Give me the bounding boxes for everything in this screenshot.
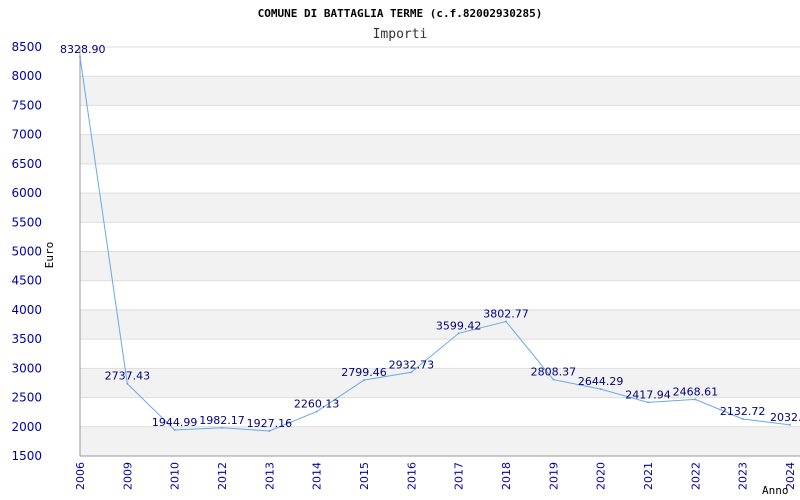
x-tick-label: 2019 <box>547 462 560 490</box>
data-point <box>694 398 697 401</box>
data-point <box>599 388 602 391</box>
x-tick-label: 2017 <box>453 462 466 490</box>
y-tick-label: 2000 <box>11 420 42 434</box>
data-point <box>647 401 649 404</box>
x-tick-label: 2013 <box>263 462 276 490</box>
grid-band <box>80 251 800 281</box>
data-point <box>79 55 81 58</box>
data-label: 8328.90 <box>60 43 106 56</box>
grid-band <box>80 163 800 194</box>
data-label: 2799.46 <box>341 366 387 379</box>
y-tick-label: 8000 <box>11 69 42 83</box>
chart-title: COMUNE DI BATTAGLIA TERME (c.f.820029302… <box>258 7 543 20</box>
x-axis-ticks: 2006 2009 2010 2012 2013 2014 2015 2016 2017 2018… <box>74 462 797 490</box>
data-label: 2417.94 <box>625 388 671 401</box>
data-label: 2468.61 <box>673 385 719 398</box>
data-label: 2032.5 <box>770 411 800 424</box>
grid-band <box>80 134 800 164</box>
grid-band <box>80 193 800 223</box>
data-point <box>315 410 318 413</box>
y-tick-label: 3000 <box>11 361 42 375</box>
x-tick-label: 2021 <box>642 462 655 490</box>
grid-band <box>80 47 800 77</box>
grid-band <box>80 426 800 456</box>
data-point <box>126 382 129 385</box>
data-point <box>173 428 176 431</box>
data-point <box>789 423 791 426</box>
data-label: 2260.13 <box>294 398 340 411</box>
data-label: 2808.37 <box>531 366 577 379</box>
x-tick-label: 2014 <box>311 462 324 490</box>
data-point <box>457 332 460 335</box>
grid-band <box>80 76 800 106</box>
data-point <box>221 426 223 429</box>
y-tick-label: 4500 <box>11 274 42 288</box>
data-label: 2132.72 <box>720 405 766 418</box>
y-tick-label: 3500 <box>11 332 42 346</box>
line-chart: COMUNE DI BATTAGLIA TERME (c.f.820029302… <box>11 7 800 497</box>
grid-band <box>80 280 800 310</box>
data-point <box>552 378 555 381</box>
data-label: 2644.29 <box>578 375 624 388</box>
y-tick-label: 7500 <box>11 98 42 112</box>
y-tick-label: 1500 <box>11 449 42 463</box>
y-tick-label: 2500 <box>11 391 42 405</box>
x-tick-label: 2023 <box>737 462 750 490</box>
data-label: 2932.73 <box>389 358 435 371</box>
x-axis-label: Anno <box>762 484 789 497</box>
data-label: 1927.16 <box>247 417 293 430</box>
y-tick-label: 5000 <box>11 245 42 259</box>
data-label: 2737.43 <box>105 370 151 383</box>
chart-subtitle: Importi <box>373 27 428 42</box>
x-tick-label: 2012 <box>216 462 229 490</box>
y-axis-label: Euro <box>43 242 56 269</box>
data-point <box>741 418 744 421</box>
grid-band <box>80 105 800 135</box>
data-label: 3802.77 <box>483 307 529 320</box>
y-tick-label: 7000 <box>11 128 42 142</box>
data-label: 3599.42 <box>436 319 482 332</box>
x-tick-label: 2022 <box>689 462 702 490</box>
data-label: 1944.99 <box>152 416 198 429</box>
x-tick-label: 2020 <box>595 462 608 490</box>
x-tick-label: 2006 <box>74 462 87 490</box>
y-axis-ticks: 1500 2000 2500 3000 3500 4000 4500 5000 5500 6000… <box>11 40 42 463</box>
data-point <box>268 430 271 433</box>
x-tick-label: 2010 <box>169 462 182 490</box>
y-tick-label: 6500 <box>11 157 42 171</box>
x-tick-label: 2018 <box>500 462 513 490</box>
x-tick-label: 2009 <box>121 462 134 490</box>
x-tick-label: 2016 <box>405 462 418 490</box>
y-tick-label: 8500 <box>11 40 42 54</box>
data-point <box>505 320 507 323</box>
data-point <box>363 379 365 382</box>
data-point <box>410 371 413 374</box>
grid-band <box>80 222 800 252</box>
y-tick-label: 5500 <box>11 215 42 229</box>
y-tick-label: 4000 <box>11 303 42 317</box>
x-tick-label: 2015 <box>358 462 371 490</box>
data-label: 1982.17 <box>199 414 245 427</box>
y-tick-label: 6000 <box>11 186 42 200</box>
grid-band <box>80 339 800 369</box>
